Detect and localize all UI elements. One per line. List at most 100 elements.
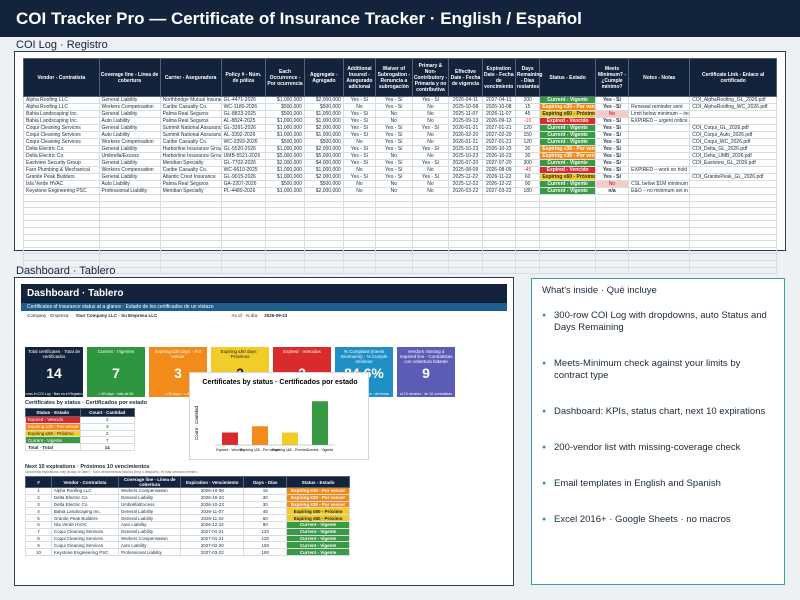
log-cell[interactable]: Yes - Sí	[594, 117, 630, 125]
log-cell[interactable]: General Liability	[98, 145, 161, 153]
log-cell[interactable]: -45	[514, 166, 541, 174]
log-row[interactable]: Bahia Landscaping Inc. Auto Liability Palm…	[23, 117, 777, 125]
log-cell[interactable]	[159, 200, 222, 209]
log-row[interactable]	[23, 266, 777, 275]
log-cell[interactable]: 2027-01-21	[481, 138, 516, 146]
log-cell[interactable]: Yes - Sí	[342, 152, 377, 160]
log-header-cell[interactable]: Policy # - Núm. de póliza	[220, 58, 267, 97]
log-cell[interactable]: $2,000,000	[303, 145, 344, 153]
log-row[interactable]: Eastview Security Group General Liability…	[23, 159, 777, 167]
log-cell[interactable]	[628, 152, 691, 160]
log-cell[interactable]: Yes - Sí	[594, 166, 630, 174]
log-cell[interactable]	[539, 253, 596, 261]
log-cell[interactable]	[411, 246, 450, 255]
log-cell[interactable]	[448, 246, 483, 255]
log-cell[interactable]: Current - Vigente	[539, 180, 596, 188]
log-cell[interactable]: 150	[514, 131, 541, 139]
log-cell[interactable]: Workers Compensation	[98, 138, 161, 146]
log-cell[interactable]	[23, 207, 100, 215]
log-cell[interactable]: COI_GranitePeak_GL_2026.pdf	[689, 173, 777, 181]
log-cell[interactable]: Yes - Sí	[594, 124, 630, 132]
log-header-cell[interactable]: Each Occurrence - Por ocurrencia	[265, 58, 305, 97]
log-cell[interactable]: 2026-01-21	[448, 124, 483, 132]
log-header-cell[interactable]: Effective Date - Fecha de vigencia	[448, 58, 483, 97]
log-row[interactable]	[23, 246, 777, 255]
log-cell[interactable]: Workers Compensation	[98, 103, 161, 111]
log-cell[interactable]	[303, 246, 344, 255]
log-cell[interactable]: GL-7702-2026	[220, 159, 267, 167]
log-cell[interactable]: AL-3392-2026	[220, 131, 267, 139]
log-cell[interactable]	[448, 200, 483, 209]
log-cell[interactable]	[689, 117, 777, 125]
log-cell[interactable]	[628, 213, 691, 222]
log-header-cell[interactable]: Coverage line - Línea de cobertura	[98, 58, 161, 97]
log-cell[interactable]	[375, 220, 413, 228]
log-row[interactable]: Coqui Cleaning Services General Liability…	[23, 124, 777, 132]
log-cell[interactable]	[23, 200, 100, 209]
log-cell[interactable]: PL-4480-2026	[220, 187, 267, 195]
log-cell[interactable]	[220, 207, 267, 215]
log-row[interactable]: Keystone Engineering PSC Professional Lia…	[23, 187, 777, 195]
log-cell[interactable]	[23, 194, 100, 202]
log-cell[interactable]	[481, 207, 516, 215]
log-cell[interactable]: Yes - Sí	[411, 173, 450, 181]
log-header-cell[interactable]: Primary & Non-Contributory - Primaria y …	[411, 58, 450, 97]
log-cell[interactable]: 2027-01-21	[481, 124, 516, 132]
log-cell[interactable]: $500,000	[303, 138, 344, 146]
log-cell[interactable]	[265, 246, 305, 255]
log-cell[interactable]: No	[342, 187, 377, 195]
log-cell[interactable]	[98, 240, 161, 248]
log-cell[interactable]: Yes - Sí	[342, 145, 377, 153]
log-cell[interactable]: $1,000,000	[303, 110, 344, 118]
log-cell[interactable]: 2025-10-08	[448, 103, 483, 111]
log-cell[interactable]	[303, 213, 344, 222]
log-cell[interactable]: WC-6610-2025	[220, 166, 267, 174]
log-cell[interactable]	[265, 213, 305, 222]
log-cell[interactable]: GL-5520-2026	[220, 145, 267, 153]
log-cell[interactable]	[23, 253, 100, 261]
log-cell[interactable]	[23, 226, 100, 235]
log-cell[interactable]: 2027-02-20	[481, 131, 516, 139]
log-cell[interactable]	[342, 240, 377, 248]
log-header-cell[interactable]: Additional Insured - Asegurado adicional	[342, 58, 377, 97]
log-cell[interactable]	[448, 213, 483, 222]
log-cell[interactable]	[689, 166, 777, 174]
log-cell[interactable]: GA-2207-2026	[220, 180, 267, 188]
log-cell[interactable]: 45	[514, 110, 541, 118]
log-cell[interactable]: Granite Peak Builders	[23, 173, 100, 181]
log-row[interactable]	[23, 194, 777, 202]
log-cell[interactable]	[689, 200, 777, 209]
log-header-cell[interactable]: Certificate Link - Enlace al certificado	[689, 58, 777, 97]
log-cell[interactable]	[628, 240, 691, 248]
log-cell[interactable]: $1,000,000	[265, 173, 305, 181]
log-cell[interactable]	[539, 207, 596, 215]
log-cell[interactable]: General Liability	[98, 173, 161, 181]
log-cell[interactable]: $4,000,000	[303, 159, 344, 167]
log-cell[interactable]: 2025-11-22	[448, 173, 483, 181]
log-cell[interactable]	[411, 266, 450, 275]
log-cell[interactable]	[375, 207, 413, 215]
log-cell[interactable]	[628, 124, 691, 132]
log-cell[interactable]	[411, 220, 450, 228]
log-cell[interactable]	[448, 266, 483, 275]
log-cell[interactable]: COI_Coqui_GL_2026.pdf	[689, 124, 777, 132]
log-cell[interactable]	[23, 213, 100, 222]
log-cell[interactable]	[411, 253, 450, 261]
log-cell[interactable]: Caribe Casualty Co.	[159, 103, 222, 111]
log-cell[interactable]	[689, 180, 777, 188]
log-cell[interactable]	[220, 240, 267, 248]
log-cell[interactable]: Yes - Sí	[411, 124, 450, 132]
log-cell[interactable]: $500,000	[265, 180, 305, 188]
log-cell[interactable]: Yes - Sí	[375, 173, 413, 181]
log-cell[interactable]: Bahia Landscaping Inc.	[23, 117, 100, 125]
log-cell[interactable]: No	[342, 103, 377, 111]
log-cell[interactable]: Summit National Assurance	[159, 131, 222, 139]
log-cell[interactable]	[342, 259, 377, 268]
log-cell[interactable]: No	[411, 166, 450, 174]
log-cell[interactable]: $1,000,000	[265, 124, 305, 132]
log-cell[interactable]	[98, 200, 161, 209]
log-cell[interactable]	[514, 253, 541, 261]
log-cell[interactable]	[481, 200, 516, 209]
log-cell[interactable]	[514, 246, 541, 255]
log-cell[interactable]	[411, 207, 450, 215]
